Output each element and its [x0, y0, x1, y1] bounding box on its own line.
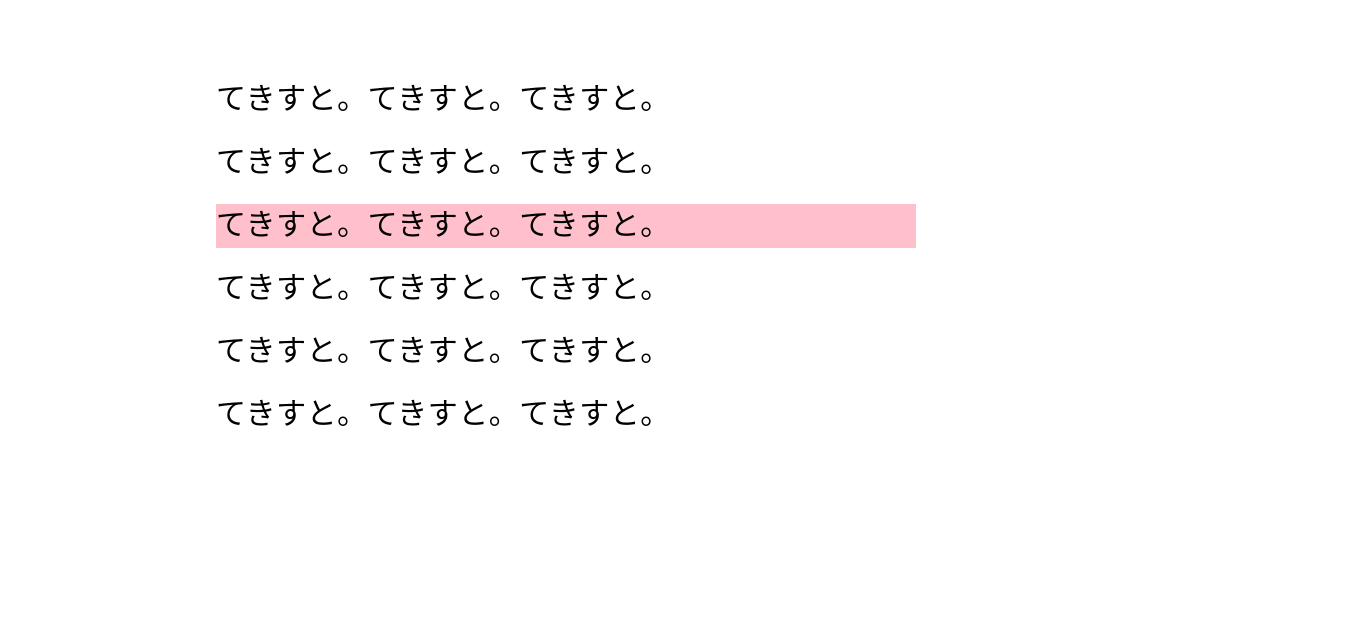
text-line-1: てきすと。てきすと。てきすと。: [216, 85, 916, 115]
text-line-2: てきすと。てきすと。てきすと。: [216, 148, 916, 178]
text-line-3-highlighted: てきすと。てきすと。てきすと。: [216, 204, 916, 248]
text-line-4: てきすと。てきすと。てきすと。: [216, 274, 916, 304]
text-container: てきすと。てきすと。てきすと。 てきすと。てきすと。てきすと。 てきすと。てきす…: [216, 85, 916, 430]
text-line-6: てきすと。てきすと。てきすと。: [216, 400, 916, 430]
text-line-5: てきすと。てきすと。てきすと。: [216, 337, 916, 367]
